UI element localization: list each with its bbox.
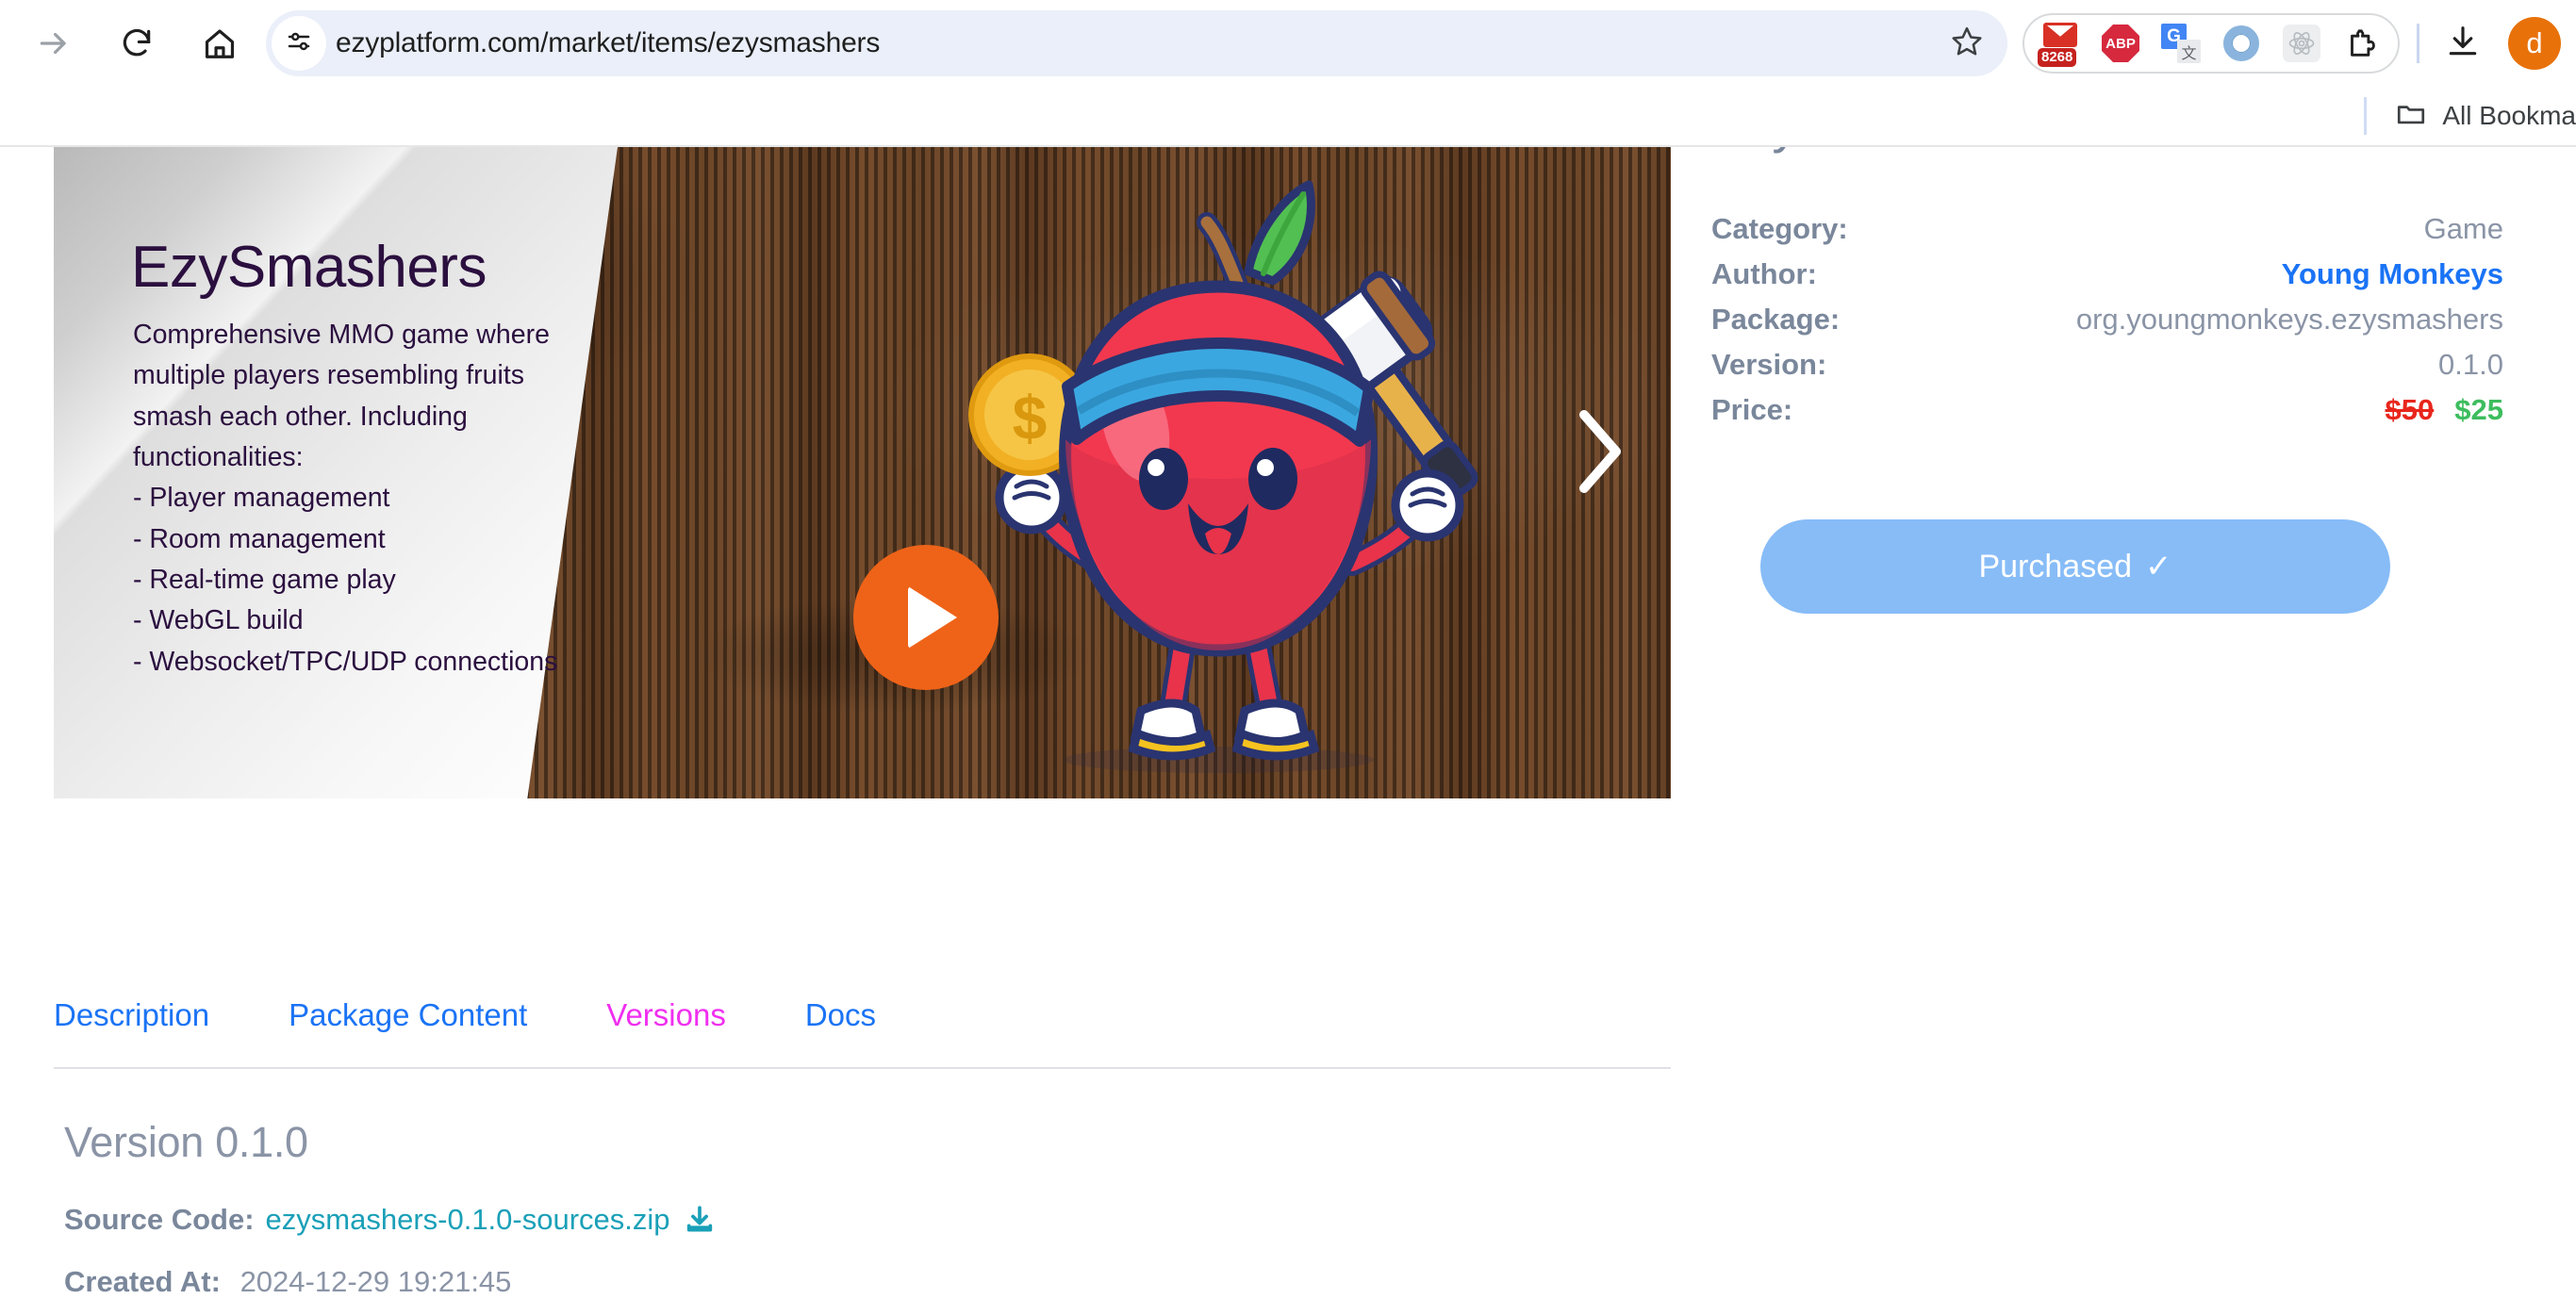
abp-label: ABP — [2102, 25, 2139, 62]
profile-avatar[interactable]: d — [2508, 17, 2561, 70]
play-icon — [908, 586, 957, 649]
attribute-label: Category: — [1711, 212, 1848, 246]
tab-docs[interactable]: Docs — [805, 997, 876, 1033]
translate-glyph-icon: 文 — [2177, 40, 2201, 63]
react-devtools-extension-icon[interactable] — [2279, 21, 2324, 66]
attribute-value-category: Game — [2423, 212, 2503, 246]
attribute-value-author-link[interactable]: Young Monkeys — [2282, 257, 2503, 291]
table-row: Version: 0.1.0 — [1711, 348, 2503, 393]
star-icon — [1950, 25, 1984, 63]
browser-toolbar: ezyplatform.com/market/items/ezysmashers… — [0, 0, 2576, 87]
blue-ring-extension-icon[interactable] — [2219, 21, 2264, 66]
banner-desc-line: smash each other. Including — [133, 401, 468, 432]
version-section: Version 0.1.0 Source Code: ezysmashers-0… — [64, 1118, 1667, 1299]
bookmarks-divider — [2364, 97, 2368, 135]
price-original: $50 — [2385, 393, 2435, 427]
forward-button[interactable] — [21, 10, 87, 76]
svg-text:$: $ — [1013, 383, 1048, 452]
home-button[interactable] — [187, 10, 253, 76]
chevron-right-icon — [1571, 410, 1627, 502]
content-tabs: Description Package Content Versions Doc… — [54, 997, 1671, 1069]
google-translate-extension-icon[interactable]: G 文 — [2158, 21, 2204, 66]
attribute-label: Package: — [1711, 303, 1841, 337]
reload-button[interactable] — [104, 10, 170, 76]
banner-description: Comprehensive MMO game where multiple pl… — [133, 315, 623, 682]
apple-mascot-icon: $ — [926, 168, 1548, 798]
purchased-label: Purchased — [1978, 548, 2133, 584]
tab-versions[interactable]: Versions — [606, 997, 726, 1033]
gmail-extension-icon[interactable]: 8268 — [2038, 21, 2083, 67]
product-banner-carousel[interactable]: EzySmashers Comprehensive MMO game where… — [54, 147, 1671, 798]
check-icon: ✓ — [2145, 549, 2172, 585]
reload-icon — [119, 25, 155, 61]
source-code-link[interactable]: ezysmashers-0.1.0-sources.zip — [266, 1203, 670, 1237]
table-row: Package: org.youngmonkeys.ezysmashers — [1711, 303, 2503, 348]
attribute-value-version: 0.1.0 — [2438, 348, 2503, 382]
adblock-plus-extension-icon[interactable]: ABP — [2098, 21, 2143, 66]
downloads-button[interactable] — [2436, 17, 2489, 70]
all-bookmarks-button[interactable]: All Bookma — [2395, 97, 2576, 136]
banner-desc-line: - WebGL build — [133, 605, 304, 636]
gmail-unread-badge: 8268 — [2038, 48, 2077, 67]
download-icon — [2445, 24, 2481, 64]
home-icon — [202, 25, 238, 61]
attribute-label-price: Price: — [1711, 393, 1793, 427]
arrow-forward-icon — [36, 25, 72, 61]
banner-desc-line: - Websocket/TPC/UDP connections — [133, 646, 558, 677]
extensions-group: 8268 ABP G 文 — [2023, 13, 2400, 74]
banner-desc-line: - Player management — [133, 483, 390, 514]
folder-icon — [2395, 97, 2427, 136]
attribute-label: Author: — [1711, 257, 1817, 291]
product-detail-panel: EzySmashers Category: Game Author: Young… — [1711, 92, 2503, 615]
version-heading: Version 0.1.0 — [64, 1118, 308, 1166]
created-at-label: Created At: — [64, 1265, 221, 1298]
banner-desc-line: functionalities: — [133, 441, 304, 472]
price-values: $50 $25 — [2386, 393, 2503, 427]
bookmark-star-button[interactable] — [1940, 16, 1994, 71]
price-discounted: $25 — [2454, 393, 2503, 427]
table-row: Category: Game — [1711, 212, 2503, 257]
source-code-row: Source Code: ezysmashers-0.1.0-sources.z… — [64, 1203, 1667, 1237]
page-content: EzySmashers Comprehensive MMO game where… — [0, 94, 2576, 1298]
all-bookmarks-label: All Bookma — [2442, 101, 2576, 130]
purchased-button[interactable]: Purchased ✓ — [1760, 519, 2390, 615]
banner-title: EzySmashers — [131, 235, 487, 300]
tab-package-content[interactable]: Package Content — [289, 997, 527, 1033]
toolbar-divider — [2417, 24, 2419, 63]
created-at-value: 2024-12-29 19:21:45 — [239, 1265, 512, 1298]
extensions-puzzle-icon[interactable] — [2339, 21, 2385, 66]
attribute-value-package: org.youngmonkeys.ezysmashers — [2075, 303, 2503, 337]
table-row-price: Price: $50 $25 — [1711, 393, 2503, 438]
download-icon[interactable] — [684, 1204, 716, 1236]
banner-desc-line: - Real-time game play — [133, 564, 396, 595]
created-at-row: Created At: 2024-12-29 19:21:45 — [64, 1265, 1667, 1299]
source-code-label: Source Code: — [64, 1203, 255, 1236]
bookmarks-bar: All Bookma — [0, 87, 2576, 145]
banner-desc-line: multiple players resembling fruits — [133, 360, 524, 391]
play-video-button[interactable] — [853, 545, 999, 690]
site-info-button[interactable] — [272, 16, 326, 71]
tab-description[interactable]: Description — [54, 997, 209, 1033]
banner-desc-line: Comprehensive MMO game where — [133, 320, 550, 350]
carousel-next-button[interactable] — [1571, 405, 1627, 498]
table-row: Author: Young Monkeys — [1711, 257, 2503, 303]
attribute-label: Version: — [1711, 348, 1827, 382]
banner-desc-line: - Room management — [133, 523, 386, 554]
page-settings-icon — [285, 27, 313, 60]
url-text[interactable]: ezyplatform.com/market/items/ezysmashers — [336, 29, 1940, 58]
browser-chrome: ezyplatform.com/market/items/ezysmashers… — [0, 0, 2576, 147]
product-attributes-table: Category: Game Author: Young Monkeys Pac… — [1711, 212, 2503, 438]
address-bar[interactable]: ezyplatform.com/market/items/ezysmashers — [266, 10, 2007, 76]
